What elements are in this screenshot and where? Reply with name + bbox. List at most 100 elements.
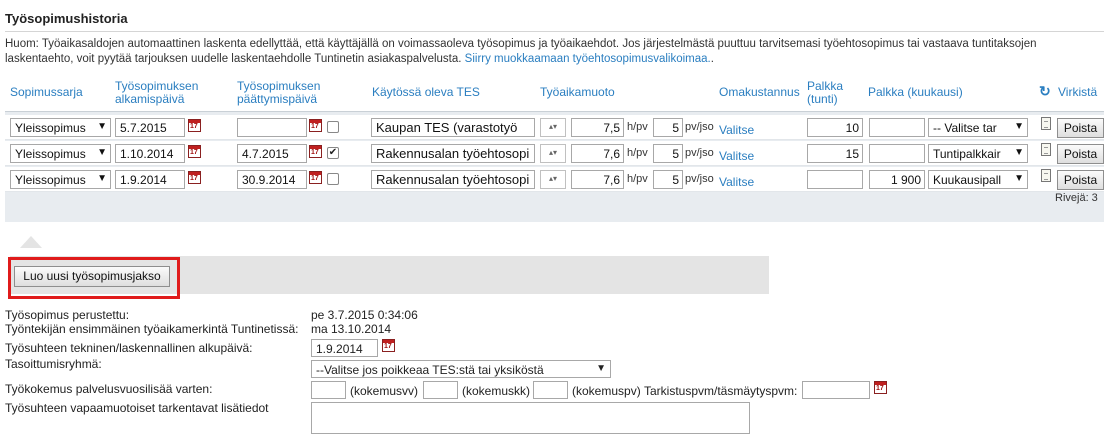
page-title: Työsopimushistoria bbox=[5, 11, 128, 26]
experience-days-input[interactable] bbox=[533, 381, 568, 399]
days-per-week-input[interactable]: 5 bbox=[653, 118, 683, 137]
tes-input[interactable]: Kaupan TES (varastotyö bbox=[371, 118, 535, 137]
select-link[interactable]: Valitse bbox=[719, 149, 754, 163]
calendar-glyph: 17 bbox=[311, 149, 319, 156]
worktime-spinner[interactable]: ▴▾ bbox=[540, 118, 566, 137]
document-icon[interactable] bbox=[1041, 117, 1051, 130]
hours-per-day-input[interactable]: 7,5 bbox=[571, 118, 624, 137]
col-start-line1: Työsopimuksen bbox=[115, 79, 199, 93]
unit-per-week: pv/jso bbox=[685, 121, 714, 133]
row-count: Rivejä: 3 bbox=[1055, 192, 1098, 204]
group-label: Tasoittumisryhmä: bbox=[5, 357, 102, 371]
calendar-icon[interactable]: 17 bbox=[382, 339, 395, 352]
worktime-spinner[interactable]: ▴▾ bbox=[540, 144, 566, 163]
first-entry-value: ma 13.10.2014 bbox=[311, 322, 392, 336]
worktime-spinner[interactable]: ▴▾ bbox=[540, 170, 566, 189]
col-omakustannus[interactable]: Omakustannus bbox=[719, 86, 800, 99]
monthly-pay-input[interactable] bbox=[869, 144, 925, 163]
note-text: Huom: Työaikasaldojen automaattinen lask… bbox=[5, 38, 1037, 50]
days-per-week-input[interactable]: 5 bbox=[653, 144, 683, 163]
calendar-icon[interactable]: 17 bbox=[309, 119, 322, 132]
document-icon[interactable] bbox=[1041, 143, 1051, 156]
col-monthly-pay[interactable]: Palkka (kuukausi) bbox=[868, 86, 963, 99]
tes-input[interactable]: Rakennusalan työehtosopi bbox=[371, 170, 535, 189]
end-date-checkbox[interactable] bbox=[327, 121, 339, 133]
balancing-group-select[interactable]: --Valitse jos poikkeaa TES:stä tai yksik… bbox=[311, 360, 611, 378]
table-row: Yleissopimus ▼ 1.10.2014 17 4.7.2015 17 ✔… bbox=[5, 141, 1104, 166]
remove-button[interactable]: Poista bbox=[1057, 144, 1104, 164]
document-icon[interactable] bbox=[1041, 169, 1051, 182]
first-entry-label: Työntekijän ensimmäinen työaikamerkintä … bbox=[5, 322, 299, 336]
pay-type-select[interactable]: Tuntipalkkair ▼ bbox=[928, 144, 1028, 163]
info-note: Huom: Työaikasaldojen automaattinen lask… bbox=[5, 37, 1104, 67]
calendar-glyph: 17 bbox=[190, 149, 198, 156]
grid-header: Sopimussarja Työsopimuksen alkamispäivä T… bbox=[5, 72, 1104, 112]
col-refresh[interactable]: Virkistä bbox=[1058, 86, 1097, 99]
chevron-down-icon: ▼ bbox=[97, 121, 107, 132]
pay-type-select[interactable]: Kuukausipall ▼ bbox=[928, 170, 1028, 189]
experience-years-input[interactable] bbox=[311, 381, 346, 399]
remove-button[interactable]: Poista bbox=[1057, 118, 1104, 138]
created-value: pe 3.7.2015 0:34:06 bbox=[311, 308, 418, 322]
experience-months-input[interactable] bbox=[423, 381, 458, 399]
col-hourly-pay[interactable]: Palkka (tunti) bbox=[807, 80, 843, 106]
col-sopimussarja[interactable]: Sopimussarja bbox=[10, 86, 83, 99]
note-end: . bbox=[710, 53, 714, 65]
select-link[interactable]: Valitse bbox=[719, 175, 754, 189]
years-label: (kokemusvv) bbox=[350, 384, 419, 398]
calendar-glyph: 17 bbox=[190, 175, 198, 182]
col-tes[interactable]: Käytössä oleva TES bbox=[372, 86, 480, 99]
end-date-input[interactable]: 30.9.2014 bbox=[237, 170, 307, 189]
hourly-pay-input[interactable] bbox=[807, 170, 863, 189]
hourly-pay-input[interactable]: 10 bbox=[807, 118, 863, 137]
chevron-down-icon: ▼ bbox=[1014, 147, 1024, 158]
end-date-input[interactable] bbox=[237, 118, 307, 137]
experience-label: Työkokemus palvelusvuosilisää varten: bbox=[5, 382, 213, 396]
end-date-checkbox[interactable]: ✔ bbox=[327, 147, 339, 159]
calendar-icon[interactable]: 17 bbox=[874, 381, 887, 394]
calendar-glyph: 17 bbox=[311, 175, 319, 182]
end-date-checkbox[interactable] bbox=[327, 173, 339, 185]
end-date-input[interactable]: 4.7.2015 bbox=[237, 144, 307, 163]
months-label: (kokemuskk) bbox=[462, 384, 531, 398]
monthly-pay-input[interactable]: 1 900 bbox=[869, 170, 925, 189]
days-per-week-input[interactable]: 5 bbox=[653, 170, 683, 189]
col-start-line2: alkamispäivä bbox=[115, 92, 185, 106]
calendar-icon[interactable]: 17 bbox=[188, 145, 201, 158]
remove-button[interactable]: Poista bbox=[1057, 170, 1104, 190]
contract-series-select[interactable]: Yleissopimus ▼ bbox=[10, 118, 111, 137]
calendar-icon[interactable]: 17 bbox=[188, 119, 201, 132]
employment-start-date-input[interactable]: 1.9.2014 bbox=[311, 339, 378, 357]
calendar-glyph: 17 bbox=[384, 343, 392, 350]
select-link[interactable]: Valitse bbox=[719, 123, 754, 137]
calendar-icon[interactable]: 17 bbox=[188, 171, 201, 184]
start-date-input[interactable]: 5.7.2015 bbox=[115, 118, 185, 137]
tes-input[interactable]: Rakennusalan työehtosopi bbox=[371, 144, 535, 163]
pay-type-value: Kuukausipall bbox=[933, 173, 1002, 187]
unit-per-day: h/pv bbox=[627, 147, 648, 159]
hours-per-day-input[interactable]: 7,6 bbox=[571, 170, 624, 189]
monthly-pay-input[interactable] bbox=[869, 118, 925, 137]
pay-type-select[interactable]: -- Valitse tar ▼ bbox=[928, 118, 1028, 137]
start-date-input[interactable]: 1.9.2014 bbox=[115, 170, 185, 189]
free-text-textarea[interactable] bbox=[311, 402, 750, 434]
hours-per-day-input[interactable]: 7,6 bbox=[571, 144, 624, 163]
calendar-icon[interactable]: 17 bbox=[309, 145, 322, 158]
check-date-input[interactable] bbox=[802, 381, 870, 399]
start-date-input[interactable]: 1.10.2014 bbox=[115, 144, 185, 163]
callout-notch bbox=[20, 236, 42, 248]
col-work-time[interactable]: Työaikamuoto bbox=[540, 86, 615, 99]
col-start-date[interactable]: Työsopimuksen alkamispäivä bbox=[115, 80, 198, 106]
calendar-icon[interactable]: 17 bbox=[309, 171, 322, 184]
hourly-pay-input[interactable]: 15 bbox=[807, 144, 863, 163]
table-row: Yleissopimus ▼ 5.7.2015 17 17 Kaupan TES … bbox=[5, 115, 1104, 140]
edit-tes-link[interactable]: Siirry muokkaamaan työehtosopimusvalikoi… bbox=[465, 53, 711, 65]
title-divider bbox=[5, 31, 1104, 32]
contract-series-select[interactable]: Yleissopimus ▼ bbox=[10, 170, 111, 189]
col-hourly-line1: Palkka bbox=[807, 79, 844, 93]
refresh-icon[interactable]: ↻ bbox=[1039, 84, 1051, 98]
calendar-glyph: 17 bbox=[190, 123, 198, 130]
chevron-down-icon: ▼ bbox=[1014, 173, 1024, 184]
contract-series-select[interactable]: Yleissopimus ▼ bbox=[10, 144, 111, 163]
col-end-date[interactable]: Työsopimuksen päättymispäivä bbox=[237, 80, 320, 106]
